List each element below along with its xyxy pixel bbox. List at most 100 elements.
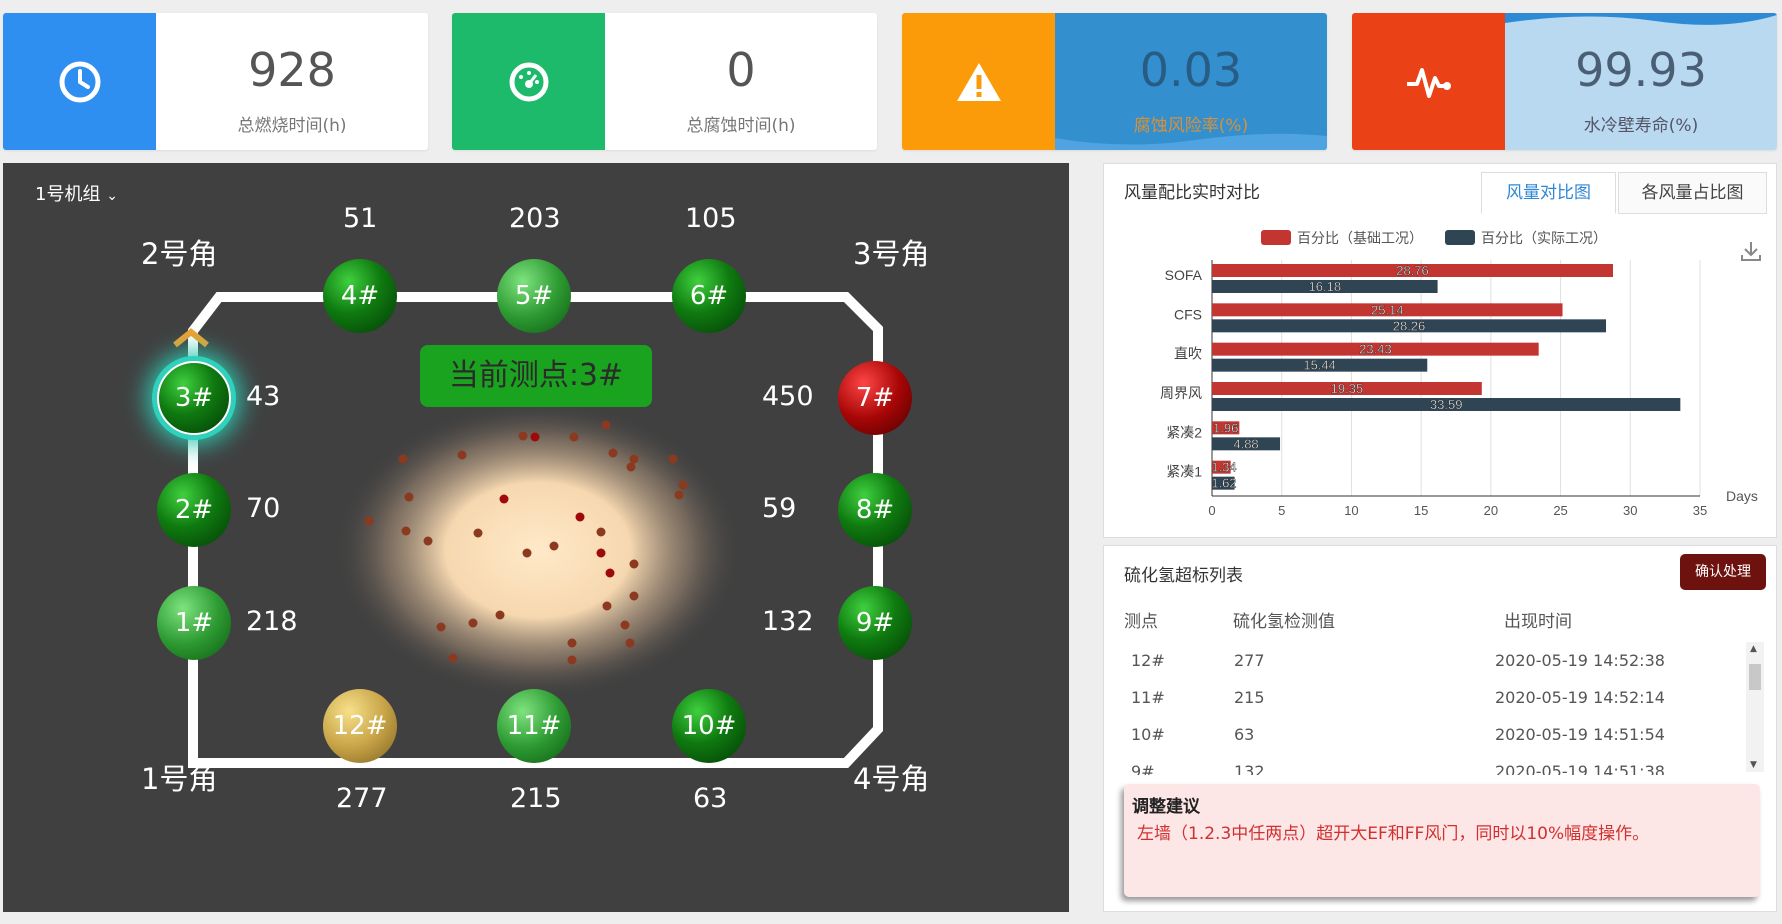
table-row[interactable]: 11# 215 2020-05-19 14:52:14	[1104, 679, 1746, 716]
heat-point-dot	[602, 601, 612, 611]
suggestion-content: 左墙（1.2.3中任两点）超开大EF和FF风门，同时以10%幅度操作。	[1137, 824, 1650, 844]
heat-point-dot	[401, 526, 411, 536]
point-value: 277	[336, 783, 388, 814]
point-label: 9#	[855, 608, 895, 638]
point-value: 51	[343, 203, 378, 234]
scrollbar-thumb[interactable]	[1749, 664, 1761, 690]
heat-point-dot	[473, 528, 483, 538]
heat-point-dot	[468, 618, 478, 628]
point-2[interactable]: 2#	[157, 473, 231, 547]
bar-value-label: 25.14	[1371, 302, 1404, 317]
cell: 2020-05-19 14:52:38	[1495, 651, 1665, 670]
bar-value-label: 15.44	[1303, 358, 1336, 373]
heat-map	[333, 400, 743, 700]
stat-icon-box	[452, 13, 605, 150]
point-value: 59	[762, 493, 797, 524]
scroll-down-arrow[interactable]: ▼	[1750, 760, 1757, 770]
bar-value-label: 1.96	[1213, 420, 1238, 435]
bar-value-label: 19.35	[1331, 381, 1364, 396]
table-body[interactable]: 12# 277 2020-05-19 14:52:38 11# 215 2020-05-…	[1104, 642, 1776, 775]
table-row[interactable]: 12# 277 2020-05-19 14:52:38	[1104, 642, 1746, 679]
stat-label: 腐蚀风险率(%)	[1133, 116, 1249, 136]
heat-point-dot	[668, 454, 678, 464]
cell: 12#	[1131, 651, 1165, 670]
stat-value: 0	[726, 43, 756, 97]
heat-point-dot	[629, 559, 639, 569]
point-1[interactable]: 1#	[157, 586, 231, 660]
bar-value-label: 4.88	[1233, 436, 1258, 451]
air-ratio-panel: 风量配比实时对比 风量对比图 各风量占比图 百分比（基础工况） 百分比（实际工况）…	[1103, 163, 1777, 538]
point-4[interactable]: 4#	[323, 259, 397, 333]
stat-card-corrosion-risk: 0.03 腐蚀风险率(%)	[902, 13, 1327, 150]
scrollbar[interactable]: ▲ ▼	[1746, 642, 1764, 772]
legend-label: 百分比（基础工况）	[1297, 230, 1423, 246]
point-11[interactable]: 11#	[497, 689, 571, 763]
bar-value-label: 1.34	[1211, 460, 1236, 475]
heat-point-dot	[457, 450, 467, 460]
cell: 215	[1234, 688, 1265, 707]
heat-point-dot	[436, 622, 446, 632]
gauge-icon	[509, 62, 548, 101]
cell: 2020-05-19 14:51:38	[1495, 762, 1665, 775]
point-label: 2#	[174, 495, 214, 525]
stat-icon-box	[3, 13, 156, 150]
point-7[interactable]: 7#	[838, 361, 912, 435]
x-tick-label: 0	[1208, 503, 1215, 518]
point-12[interactable]: 12#	[323, 689, 397, 763]
point-5[interactable]: 5#	[497, 259, 571, 333]
cell: 11#	[1131, 688, 1165, 707]
heat-point-dot	[608, 448, 618, 458]
heat-point-dot	[567, 655, 577, 665]
suggestion-title: 调整建议	[1132, 797, 1200, 817]
x-tick-label: 20	[1484, 503, 1498, 518]
heat-point-dot	[522, 548, 532, 558]
cell: 277	[1234, 651, 1265, 670]
heat-point-dot	[448, 653, 458, 663]
tab-air-share[interactable]: 各风量占比图	[1618, 172, 1767, 214]
heat-point-dot	[499, 494, 509, 504]
heat-point-dot	[575, 512, 585, 522]
heat-point-dot	[625, 638, 635, 648]
point-label: 4#	[340, 281, 380, 311]
heat-point-dot	[620, 620, 630, 630]
bar-value-label: 33.59	[1430, 397, 1463, 412]
current-point-label: 当前测点:3#	[420, 345, 652, 407]
heat-point-dot	[423, 536, 433, 546]
stat-icon-box	[902, 13, 1055, 150]
pulse-icon	[1406, 67, 1451, 98]
stat-value: 99.93	[1575, 43, 1707, 97]
heat-point-dot	[518, 431, 528, 441]
bar-value-label: 23.43	[1359, 342, 1392, 357]
heat-point-dot	[596, 548, 606, 558]
scroll-up-arrow[interactable]: ▲	[1750, 644, 1757, 654]
table-row[interactable]: 10# 63 2020-05-19 14:51:54	[1104, 716, 1746, 753]
point-value: 450	[762, 381, 814, 412]
point-label: 6#	[689, 281, 729, 311]
point-label: 5#	[514, 281, 554, 311]
heat-point-dot	[674, 490, 684, 500]
confirm-button[interactable]: 确认处理	[1680, 554, 1766, 590]
stat-card-wall-life: 99.93 水冷壁寿命(%)	[1352, 13, 1777, 150]
point-9[interactable]: 9#	[838, 586, 912, 660]
air-ratio-chart: 百分比（基础工况） 百分比（实际工况） 0 5 10 15 20 25 30 35 Days SOFA…	[1160, 230, 1758, 518]
point-value: 218	[246, 606, 298, 637]
tab-air-comparison[interactable]: 风量对比图	[1481, 172, 1616, 214]
point-value: 105	[685, 203, 737, 234]
point-3[interactable]: 3#	[157, 361, 231, 435]
corner-label-3: 3号角	[853, 237, 930, 271]
point-label: 10#	[681, 711, 737, 741]
stat-label: 总腐蚀时间(h)	[686, 116, 796, 136]
clock-icon	[59, 61, 100, 102]
point-10[interactable]: 10#	[672, 689, 746, 763]
table-row[interactable]: 9# 132 2020-05-19 14:51:38	[1104, 753, 1746, 775]
column-header: 测点	[1124, 612, 1158, 632]
bar-value-label: 28.26	[1393, 318, 1426, 333]
point-6[interactable]: 6#	[672, 259, 746, 333]
heat-point-dot	[596, 527, 606, 537]
cell: 2020-05-19 14:52:14	[1495, 688, 1665, 707]
x-tick-label: 25	[1553, 503, 1567, 518]
point-8[interactable]: 8#	[838, 473, 912, 547]
boiler-panel: 1号机组 ⌄ 2号角 3号角 1号角 4号角 当前测点:3# 4# 5# 6# …	[3, 163, 1069, 912]
stat-wave-body: 99.93 水冷壁寿命(%)	[1505, 13, 1777, 150]
y-tick-label: 紧凑2	[1166, 424, 1202, 440]
